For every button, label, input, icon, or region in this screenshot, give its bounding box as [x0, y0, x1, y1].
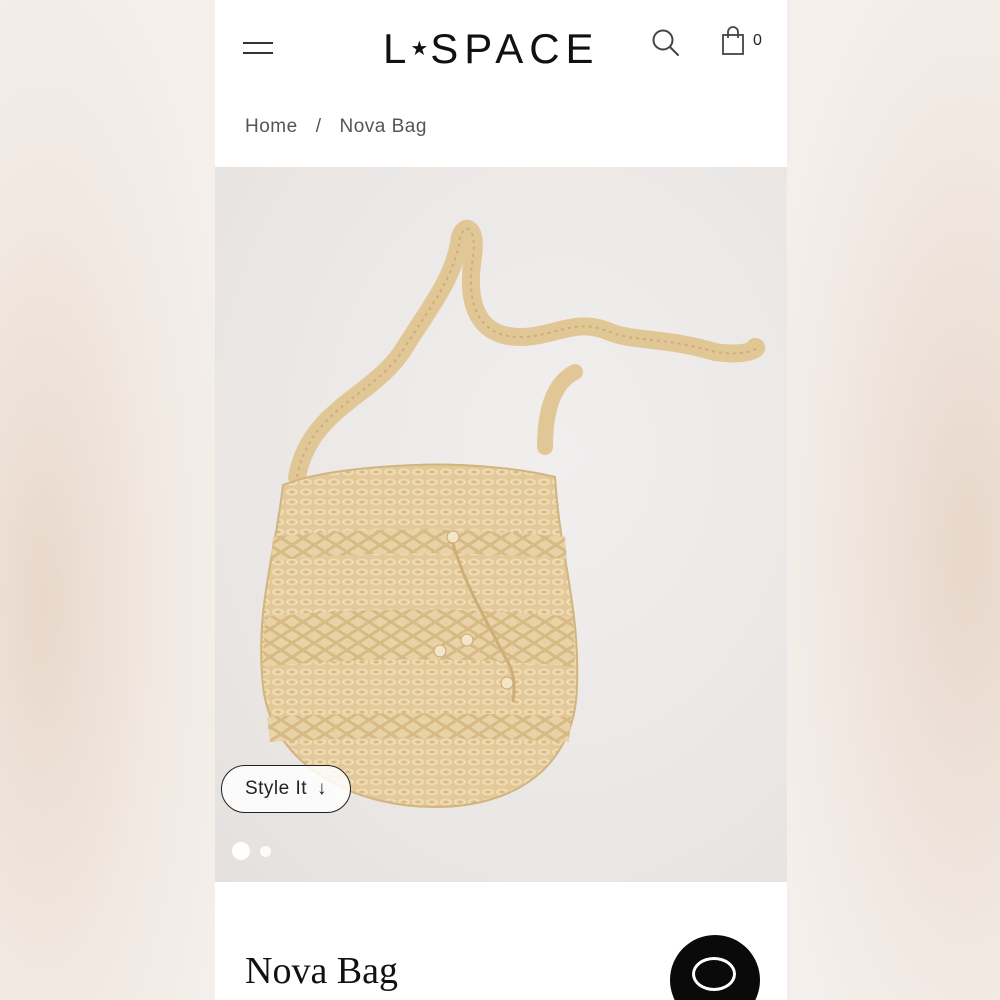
site-logo[interactable]: L★SPACE — [383, 24, 605, 74]
logo-left: L — [383, 25, 413, 72]
menu-icon-line — [243, 52, 273, 54]
product-image-carousel[interactable]: Style It ↓ — [215, 167, 787, 882]
backdrop-right — [785, 0, 1000, 1000]
search-button[interactable] — [651, 28, 681, 58]
chat-button[interactable] — [670, 935, 760, 1000]
style-it-button[interactable]: Style It ↓ — [221, 765, 351, 813]
menu-button[interactable] — [243, 38, 275, 62]
breadcrumb-home[interactable]: Home — [245, 116, 298, 137]
carousel-dot-2[interactable] — [260, 846, 271, 857]
style-it-label: Style It — [244, 778, 308, 799]
carousel-dot-1[interactable] — [232, 842, 250, 860]
chat-bubble-icon — [692, 957, 736, 991]
arrow-down-icon: ↓ — [317, 778, 328, 799]
breadcrumb-current: Nova Bag — [339, 116, 427, 137]
site-header: L★SPACE 0 — [215, 0, 787, 100]
backdrop-left — [0, 0, 215, 1000]
breadcrumb-separator: / — [315, 116, 322, 137]
breadcrumb: Home / Nova Bag — [245, 112, 427, 142]
shopping-bag-icon — [722, 26, 744, 55]
logo-star-icon: ★ — [410, 38, 429, 60]
product-title: Nova Bag — [245, 950, 399, 992]
cart-count: 0 — [753, 32, 762, 49]
menu-icon — [243, 42, 273, 44]
mobile-page: L★SPACE 0 Home / Nova Bag Style It ↓ Nov… — [215, 0, 787, 1000]
search-icon — [652, 29, 679, 56]
cart-button[interactable] — [721, 26, 747, 56]
logo-right: SPACE — [430, 25, 600, 72]
